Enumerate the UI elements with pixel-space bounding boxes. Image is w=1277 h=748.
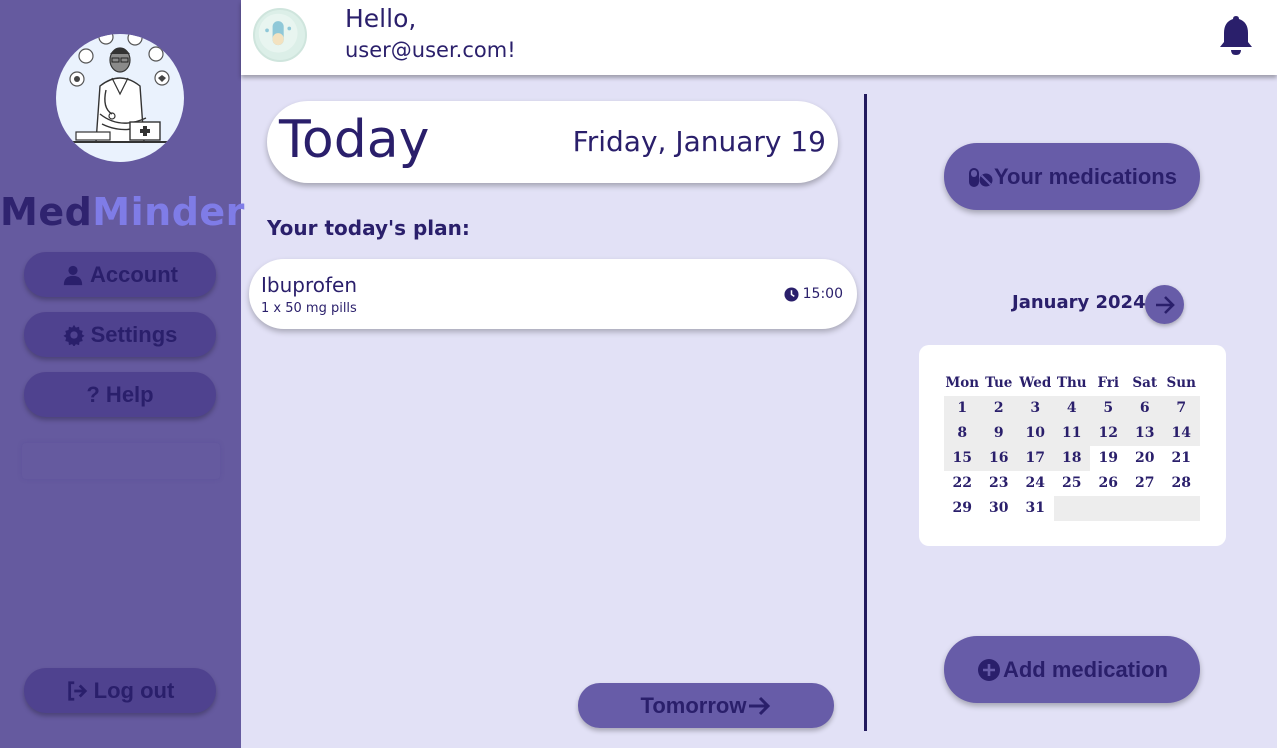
gear-icon bbox=[63, 324, 85, 346]
calendar-day[interactable]: 6 bbox=[1126, 396, 1163, 421]
calendar-weekday: Mon bbox=[945, 375, 980, 391]
logout-button-label: Log out bbox=[93, 677, 175, 703]
medication-dose: 1 x 50 mg pills bbox=[261, 301, 357, 316]
calendar-grid: Mon Tue Wed Thu Fri Sat Sun 1 2 3 4 5 6 7 8 9 10 11 12 13 14… bbox=[944, 371, 1200, 521]
calendar-day[interactable]: 30 bbox=[981, 496, 1018, 521]
today-date: Friday, January 19 bbox=[572, 125, 826, 158]
sidebar: MedMinder Account Settings ? Help Log ou… bbox=[0, 0, 244, 748]
calendar-day[interactable]: 1 bbox=[944, 396, 981, 421]
calendar-month-label: January 2024 bbox=[1012, 292, 1146, 313]
calendar-day[interactable]: 9 bbox=[980, 421, 1017, 446]
calendar-day[interactable]: 16 bbox=[980, 446, 1017, 471]
calendar-day[interactable]: 10 bbox=[1017, 421, 1054, 446]
calendar-empty-cell bbox=[1126, 496, 1163, 521]
calendar-day[interactable]: 23 bbox=[981, 471, 1018, 496]
calendar-day[interactable]: 19 bbox=[1090, 446, 1127, 471]
tomorrow-button[interactable]: Tomorrow bbox=[578, 683, 834, 728]
add-medication-button[interactable]: Add medication bbox=[944, 636, 1200, 703]
arrow-right-icon bbox=[1155, 295, 1175, 314]
doctor-illustration bbox=[56, 34, 184, 162]
calendar-day[interactable]: 26 bbox=[1090, 471, 1127, 496]
medication-time-label: 15:00 bbox=[802, 286, 843, 302]
calendar-day[interactable]: 20 bbox=[1127, 446, 1164, 471]
calendar-day[interactable]: 4 bbox=[1053, 396, 1090, 421]
calendar-day[interactable]: 7 bbox=[1163, 396, 1200, 421]
calendar-weekday: Fri bbox=[1097, 375, 1120, 391]
calendar-day[interactable]: 18 bbox=[1053, 446, 1090, 471]
calendar-day[interactable]: 25 bbox=[1054, 471, 1091, 496]
greeting-text: Hello, bbox=[345, 4, 417, 33]
logout-button[interactable]: Log out bbox=[24, 668, 216, 713]
tomorrow-button-label: Tomorrow bbox=[640, 692, 747, 718]
add-medication-label: Add medication bbox=[1002, 656, 1168, 682]
calendar: Mon Tue Wed Thu Fri Sat Sun 1 2 3 4 5 6 7 8 9 10 11 12 13 14… bbox=[919, 345, 1226, 546]
calendar-day[interactable]: 12 bbox=[1090, 421, 1127, 446]
clock-icon bbox=[784, 286, 799, 302]
pills-icon bbox=[969, 167, 993, 187]
calendar-weekday: Sat bbox=[1132, 375, 1158, 391]
calendar-day[interactable]: 13 bbox=[1126, 421, 1163, 446]
settings-button-label: Settings bbox=[90, 321, 178, 347]
medication-name: Ibuprofen bbox=[261, 273, 358, 297]
today-title: Today bbox=[279, 110, 430, 170]
calendar-day[interactable]: 31 bbox=[1017, 496, 1054, 521]
medication-time: 15:00 bbox=[784, 286, 843, 302]
calendar-empty-cell bbox=[1163, 496, 1200, 521]
calendar-day[interactable]: 2 bbox=[980, 396, 1017, 421]
calendar-day[interactable]: 24 bbox=[1017, 471, 1054, 496]
calendar-day[interactable]: 5 bbox=[1090, 396, 1127, 421]
calendar-day[interactable]: 14 bbox=[1163, 421, 1200, 446]
panel-divider bbox=[864, 94, 867, 731]
settings-button[interactable]: Settings bbox=[24, 312, 216, 357]
brand-part-med: Med bbox=[0, 190, 93, 234]
brand-part-minder: Minder bbox=[92, 190, 245, 234]
calendar-weekday: Sun bbox=[1166, 375, 1196, 391]
calendar-next-button[interactable] bbox=[1145, 285, 1184, 324]
arrow-right-icon bbox=[749, 696, 771, 715]
help-button-label: ? Help bbox=[86, 381, 154, 407]
calendar-day[interactable]: 17 bbox=[1017, 446, 1054, 471]
user-avatar[interactable] bbox=[253, 8, 307, 62]
calendar-weekday: Wed bbox=[1019, 375, 1052, 391]
calendar-day[interactable]: 21 bbox=[1163, 446, 1200, 471]
calendar-weekday: Thu bbox=[1056, 375, 1087, 391]
calendar-empty-cell bbox=[1053, 496, 1090, 521]
user-email: user@user.com! bbox=[345, 38, 516, 62]
today-card: Today Friday, January 19 bbox=[267, 101, 838, 183]
user-icon bbox=[63, 265, 83, 285]
your-medications-label: Your medications bbox=[994, 163, 1177, 189]
calendar-day[interactable]: 15 bbox=[944, 446, 981, 471]
calendar-day[interactable]: 28 bbox=[1163, 471, 1200, 496]
calendar-day[interactable]: 29 bbox=[944, 496, 981, 521]
bell-icon[interactable] bbox=[1217, 14, 1255, 56]
calendar-day[interactable]: 27 bbox=[1127, 471, 1164, 496]
help-button[interactable]: ? Help bbox=[24, 372, 216, 417]
plan-label: Your today's plan: bbox=[267, 216, 470, 240]
top-bar: Hello, user@user.com! bbox=[241, 0, 1277, 75]
sidebar-placeholder bbox=[22, 443, 220, 479]
plus-circle-icon bbox=[977, 658, 1000, 681]
your-medications-button[interactable]: Your medications bbox=[944, 143, 1200, 210]
calendar-empty-cell bbox=[1090, 496, 1127, 521]
logout-icon bbox=[67, 680, 87, 701]
calendar-day[interactable]: 22 bbox=[944, 471, 981, 496]
calendar-weekday: Tue bbox=[985, 375, 1013, 391]
medication-item[interactable]: Ibuprofen 1 x 50 mg pills 15:00 bbox=[249, 259, 857, 329]
account-button-label: Account bbox=[90, 261, 178, 287]
brand-logo: MedMinder bbox=[0, 190, 244, 234]
calendar-day[interactable]: 11 bbox=[1053, 421, 1090, 446]
calendar-day[interactable]: 3 bbox=[1017, 396, 1054, 421]
calendar-day[interactable]: 8 bbox=[944, 421, 981, 446]
account-button[interactable]: Account bbox=[24, 252, 216, 297]
